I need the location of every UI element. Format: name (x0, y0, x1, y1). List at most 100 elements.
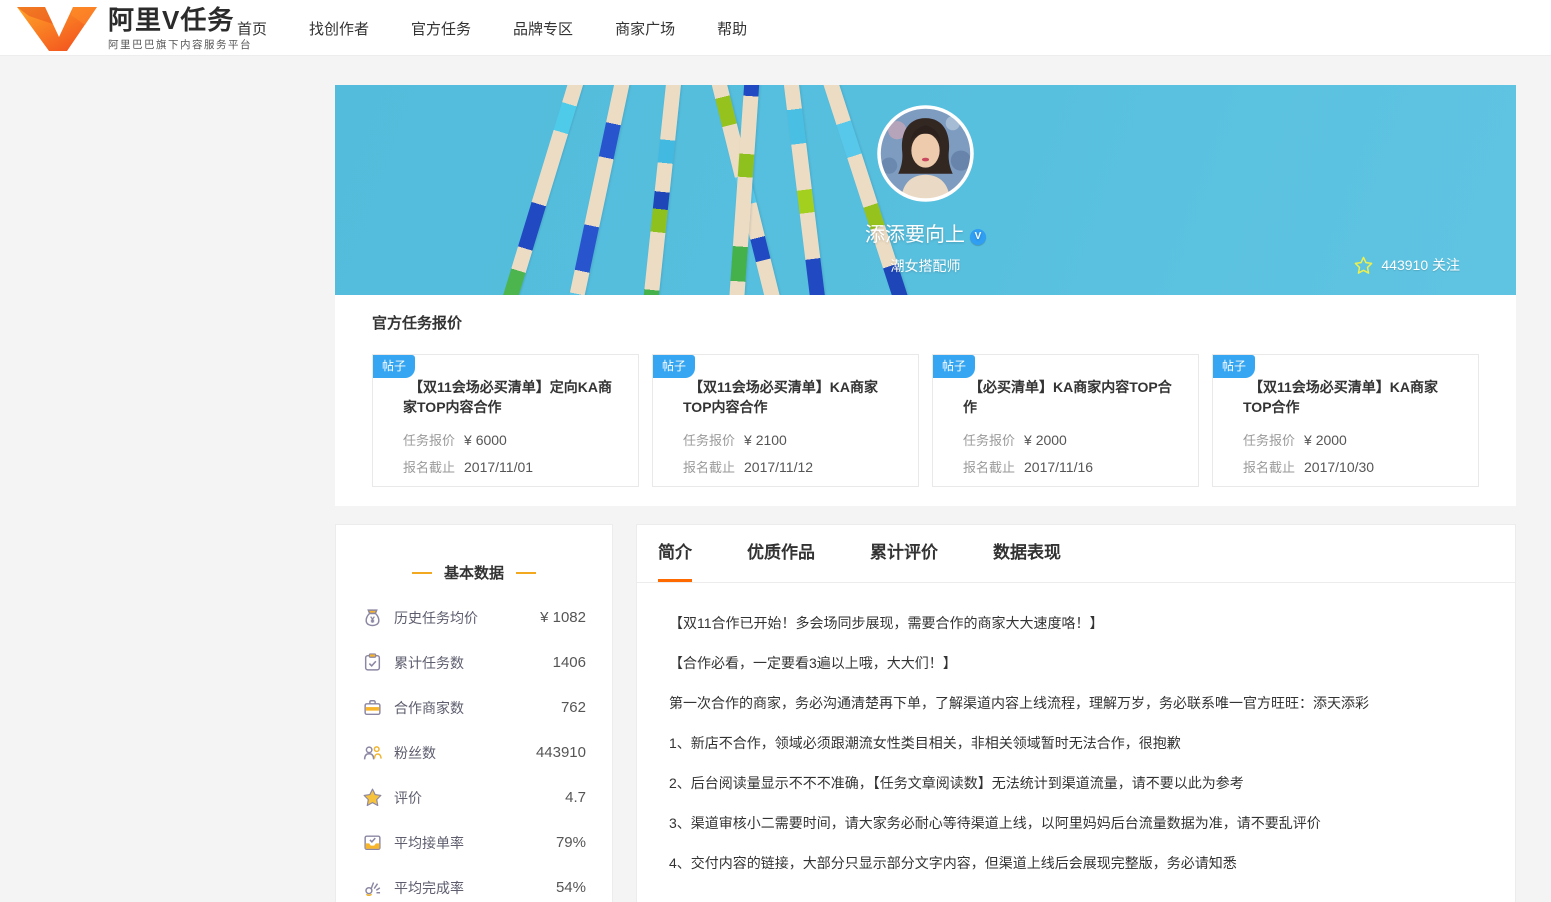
accept-rate-icon (364, 835, 381, 851)
dash-decoration (516, 572, 536, 574)
task-price-value: ¥ 6000 (464, 432, 507, 448)
task-title: 【双11会场必买清单】KA商家TOP合作 (1243, 379, 1439, 415)
intro-paragraph: 【合作必看，一定要看3遍以上哦，大大们！】 (669, 655, 957, 671)
task-card-list: 帖子 【双11会场必买清单】定向KA商家TOP内容合作 任务报价 ¥ 6000 报… (372, 354, 1479, 487)
tab-reviews[interactable]: 累计评价 (870, 525, 938, 582)
task-price-label: 任务报价 (403, 433, 456, 448)
basic-data-title: 基本数据 (336, 562, 612, 583)
stat-row-avg-price: 历史任务均价 ¥ 1082 (336, 595, 612, 640)
intro-paragraph: 2、后台阅读量显示不不不准确，【任务文章阅读数】无法统计到渠道流量，请不要以此为… (669, 775, 1244, 791)
page-container: 添添要向上 V 潮女搭配师 443910 关注 官方任务报价 帖子 【双11会场必… (335, 85, 1516, 902)
stat-value: 79% (555, 834, 586, 851)
profile-identity: 添添要向上 V 潮女搭配师 (335, 105, 1516, 276)
task-deadline-label: 报名截止 (683, 460, 736, 475)
task-card[interactable]: 帖子 【双11会场必买清单】定向KA商家TOP内容合作 任务报价 ¥ 6000 报… (372, 354, 639, 487)
task-title: 【双11会场必买清单】KA商家TOP内容合作 (683, 379, 879, 415)
intro-paragraph: 1、新店不合作，领域必须跟潮流女性类目相关，非相关领域暂时无法合作，很抱歉 (669, 735, 1181, 751)
profile-name: 添添要向上 (865, 224, 965, 246)
stat-row-total-tasks: 累计任务数 1406 (336, 640, 612, 685)
tab-featured-works[interactable]: 优质作品 (747, 525, 815, 582)
official-task-section: 官方任务报价 帖子 【双11会场必买清单】定向KA商家TOP内容合作 任务报价 ¥… (335, 295, 1516, 506)
logo-title: 阿里V任务 (108, 5, 235, 35)
briefcase-icon (364, 700, 381, 716)
stat-row-fans: 粉丝数 443910 (336, 730, 612, 775)
stat-value: 4.7 (565, 789, 586, 806)
section-title-official-tasks: 官方任务报价 (372, 315, 463, 332)
task-deadline-row: 报名截止 2017/11/01 (403, 457, 638, 476)
star-follow-icon (1355, 256, 1373, 274)
task-price-row: 任务报价 ¥ 2000 (963, 430, 1198, 449)
main-nav: 首页 找创作者 官方任务 品牌专区 商家广场 帮助 (237, 0, 789, 56)
post-tag-badge: 帖子 (653, 355, 696, 378)
profile-detail-panel: 简介 优质作品 累计评价 数据表现 【双11合作已开始！多会场同步展现，需要合作… (636, 524, 1516, 902)
task-deadline-row: 报名截止 2017/11/16 (963, 457, 1198, 476)
intro-paragraph: 【双11合作已开始！多会场同步展现，需要合作的商家大大速度咯！】 (669, 615, 1104, 631)
nav-item-merchant-plaza[interactable]: 商家广场 (615, 18, 675, 39)
nav-item-find-creators[interactable]: 找创作者 (309, 18, 369, 39)
stat-label: 历史任务均价 (394, 609, 478, 626)
complete-rate-icon (365, 882, 381, 897)
task-price-row: 任务报价 ¥ 2100 (683, 430, 918, 449)
tab-intro[interactable]: 简介 (658, 525, 692, 582)
stat-value: 1406 (552, 654, 586, 671)
stat-row-complete-rate: 平均完成率 54% (336, 865, 612, 902)
nav-item-brand-zone[interactable]: 品牌专区 (513, 18, 573, 39)
stat-row-rating: 评价 4.7 (336, 775, 612, 820)
stat-row-partner-merchants: 合作商家数 762 (336, 685, 612, 730)
task-price-value: ¥ 2100 (744, 432, 787, 448)
money-bag-icon (365, 609, 380, 627)
verified-badge-icon: V (970, 229, 986, 245)
task-price-value: ¥ 2000 (1304, 432, 1347, 448)
task-price-row: 任务报价 ¥ 2000 (1243, 430, 1478, 449)
intro-paragraph: 3、渠道审核小二需要时间，请大家务必耐心等待渠道上线，以阿里妈妈后台流量数据为准… (669, 815, 1321, 831)
task-card[interactable]: 帖子 【双11会场必买清单】KA商家TOP合作 任务报价 ¥ 2000 报名截止 2… (1212, 354, 1479, 487)
tab-data-performance[interactable]: 数据表现 (993, 525, 1061, 582)
task-price-row: 任务报价 ¥ 6000 (403, 430, 638, 449)
profile-banner: 添添要向上 V 潮女搭配师 443910 关注 (335, 85, 1516, 295)
stat-value: 443910 (535, 744, 586, 761)
nav-item-help[interactable]: 帮助 (717, 18, 747, 39)
logo-text: 阿里V任务 阿里巴巴旗下内容服务平台 (108, 6, 252, 52)
task-deadline-value: 2017/11/01 (464, 459, 534, 475)
post-tag-badge: 帖子 (373, 355, 416, 378)
star-icon (363, 788, 382, 807)
detail-tabs: 简介 优质作品 累计评价 数据表现 (637, 525, 1515, 583)
site-logo[interactable]: 阿里V任务 阿里巴巴旗下内容服务平台 (14, 6, 252, 52)
task-deadline-row: 报名截止 2017/11/12 (683, 457, 918, 476)
avatar[interactable] (877, 105, 974, 202)
stat-value: 762 (560, 699, 586, 716)
nav-item-official-tasks[interactable]: 官方任务 (411, 18, 471, 39)
basic-data-panel: 基本数据 历史任务均价 ¥ 1082 累计任务数 1406 合作商家数 762 … (335, 524, 613, 902)
basic-data-title-text: 基本数据 (443, 565, 504, 582)
task-card[interactable]: 帖子 【必买清单】KA商家内容TOP合作 任务报价 ¥ 2000 报名截止 2017… (932, 354, 1199, 487)
task-deadline-value: 2017/10/30 (1304, 459, 1375, 475)
ali-v-logo-icon (17, 7, 97, 51)
task-card[interactable]: 帖子 【双11会场必买清单】KA商家TOP内容合作 任务报价 ¥ 2100 报名截… (652, 354, 919, 487)
followers-count: 443910 关注 (1381, 257, 1460, 273)
lower-columns: 基本数据 历史任务均价 ¥ 1082 累计任务数 1406 合作商家数 762 … (335, 524, 1516, 902)
task-title: 【必买清单】KA商家内容TOP合作 (963, 379, 1172, 415)
task-deadline-label: 报名截止 (963, 460, 1016, 475)
stat-value: 54% (555, 879, 586, 896)
task-deadline-value: 2017/11/16 (1024, 459, 1094, 475)
follow-button[interactable]: 443910 关注 (1354, 255, 1460, 275)
task-title: 【双11会场必买清单】定向KA商家TOP内容合作 (403, 379, 613, 415)
task-deadline-label: 报名截止 (403, 460, 456, 475)
task-list-icon (364, 653, 381, 671)
stat-row-accept-rate: 平均接单率 79% (336, 820, 612, 865)
nav-item-home[interactable]: 首页 (237, 18, 267, 39)
task-price-label: 任务报价 (683, 433, 736, 448)
task-deadline-row: 报名截止 2017/10/30 (1243, 457, 1478, 476)
intro-text-block: 【双11合作已开始！多会场同步展现，需要合作的商家大大速度咯！】 【合作必看，一… (637, 583, 1515, 902)
profile-name-row: 添添要向上 V (335, 218, 1516, 247)
task-price-label: 任务报价 (963, 433, 1016, 448)
dash-decoration (411, 572, 432, 574)
post-tag-badge: 帖子 (933, 355, 976, 378)
stat-label: 平均接单率 (394, 834, 464, 851)
intro-paragraph: 第一次合作的商家，务必沟通清楚再下单，了解渠道内容上线流程，理解万岁，务必联系唯… (669, 695, 1369, 711)
fans-icon (363, 746, 382, 760)
intro-paragraph: 4、交付内容的链接，大部分只显示部分文字内容，但渠道上线后会展现完整版，务必请知… (669, 855, 1237, 871)
logo-subtitle: 阿里巴巴旗下内容服务平台 (108, 39, 252, 51)
stat-value: ¥ 1082 (540, 609, 586, 626)
stat-label: 平均完成率 (394, 879, 464, 896)
